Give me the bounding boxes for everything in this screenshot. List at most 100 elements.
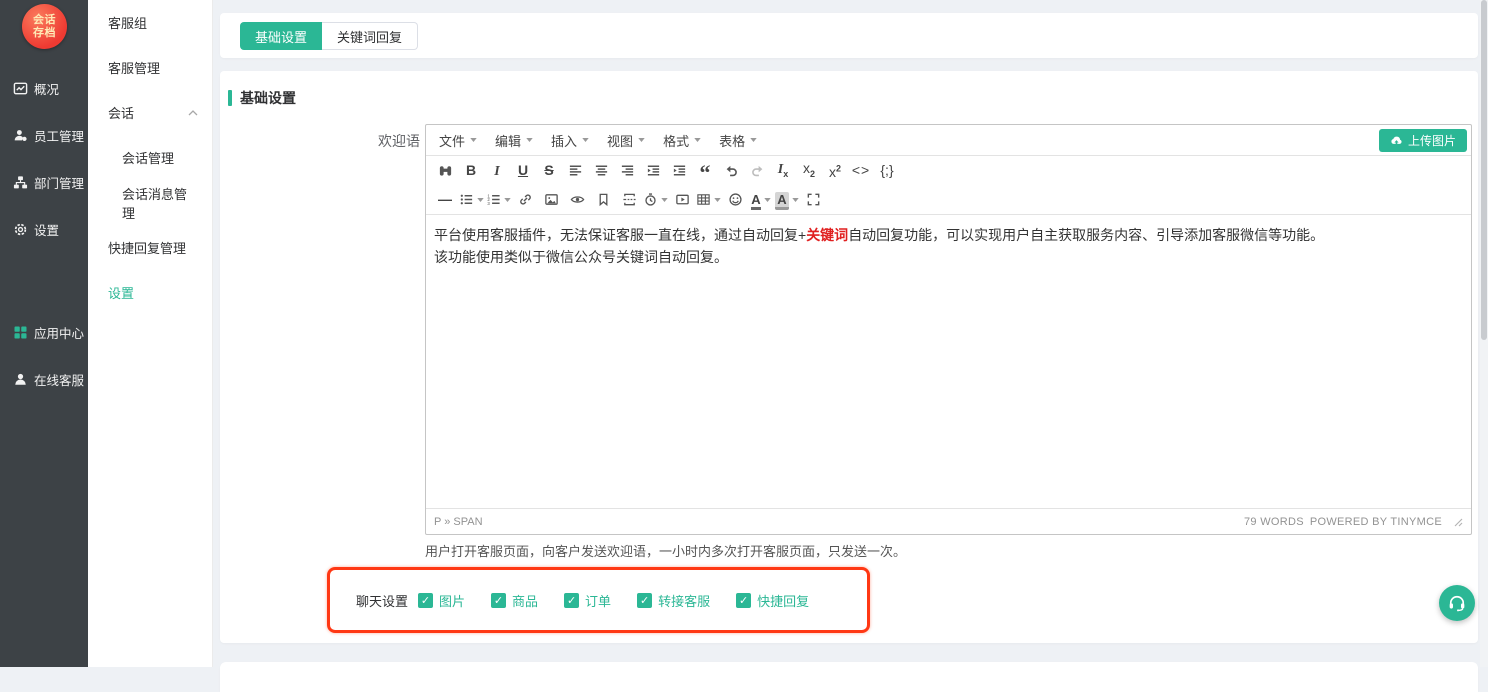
chat-option-order[interactable]: ✓ 订单 bbox=[564, 591, 611, 610]
element-path[interactable]: P » SPAN bbox=[434, 516, 483, 528]
sidebar-item-overview[interactable]: 概况 bbox=[0, 78, 88, 98]
bullet-list-icon bbox=[459, 192, 474, 207]
app-logo[interactable]: 会话 存档 bbox=[22, 4, 67, 49]
indent-button[interactable] bbox=[667, 159, 691, 183]
headset-icon bbox=[1447, 593, 1467, 613]
outdent-button[interactable] bbox=[641, 159, 665, 183]
chat-option-transfer-service[interactable]: ✓ 转接客服 bbox=[637, 591, 710, 610]
sidebar-item-online-service[interactable]: 在线客服 bbox=[0, 369, 88, 389]
sidebar-item-session-message-management[interactable]: 会话消息管理 bbox=[88, 180, 212, 225]
secondary-sidebar: 客服组客服管理会话会话管理会话消息管理快捷回复管理设置 bbox=[88, 0, 213, 667]
media-button[interactable] bbox=[670, 188, 694, 212]
editor-menu-file[interactable]: 文件 bbox=[430, 125, 486, 155]
table-grid-button[interactable] bbox=[696, 188, 721, 212]
page-break-icon bbox=[622, 192, 637, 207]
customer-service-settings-page: { "sidebar": { "logo": { "line1": "会话", … bbox=[0, 0, 1488, 667]
editor-toolbar-row2: — 123 AA bbox=[428, 185, 1469, 214]
online-service-float-button[interactable] bbox=[1439, 585, 1475, 621]
numbered-list-button[interactable]: 123 bbox=[486, 188, 511, 212]
chat-option-product[interactable]: ✓商品 bbox=[491, 591, 538, 610]
caret-down-icon bbox=[714, 198, 721, 202]
image-button[interactable] bbox=[539, 188, 563, 212]
menu-label: 文件 bbox=[439, 131, 465, 150]
datetime-button[interactable] bbox=[643, 188, 668, 212]
undo-button[interactable] bbox=[719, 159, 743, 183]
sidebar-item-session-management[interactable]: 会话管理 bbox=[88, 135, 212, 180]
sidebar-item-app-center[interactable]: 应用中心 bbox=[0, 322, 88, 342]
editor-menu-view[interactable]: 视图 bbox=[598, 125, 654, 155]
welcome-message-label: 欢迎语 bbox=[320, 131, 420, 151]
welcome-message-editor: 文件编辑插入视图格式表格 上传图片 BIUS“Ixx2x2<>{;} —123A… bbox=[425, 124, 1472, 535]
chat-option-label: 快捷回复 bbox=[757, 591, 809, 610]
overview-chart-icon bbox=[13, 81, 28, 96]
align-center-button[interactable] bbox=[589, 159, 613, 183]
sidebar-item-department-management[interactable]: 部门管理 bbox=[0, 172, 88, 192]
align-left-button[interactable] bbox=[563, 159, 587, 183]
italic-button[interactable]: I bbox=[485, 159, 509, 183]
sidebar-item-employee-management[interactable]: 员工管理 bbox=[0, 125, 88, 145]
sidebar-item-service-group[interactable]: 客服组 bbox=[88, 0, 212, 45]
tinymce-branding[interactable]: POWERED BY TINYMCE bbox=[1310, 516, 1442, 528]
emoticons-icon bbox=[728, 192, 743, 207]
italic-icon: I bbox=[494, 163, 499, 179]
chat-option-image[interactable]: ✓图片 bbox=[418, 591, 465, 610]
checkbox-checked-icon[interactable]: ✓ bbox=[736, 593, 751, 608]
background-color-button[interactable]: A bbox=[775, 188, 799, 212]
anchor-button[interactable] bbox=[591, 188, 615, 212]
tab-keyword-reply[interactable]: 关键词回复 bbox=[322, 22, 418, 50]
code-sample-button[interactable]: {;} bbox=[875, 159, 899, 183]
sidebar-item-session[interactable]: 会话 bbox=[88, 90, 212, 135]
editor-menu-format[interactable]: 格式 bbox=[654, 125, 710, 155]
subscript-button[interactable]: x2 bbox=[797, 159, 821, 183]
chat-option-quick-reply[interactable]: ✓ 快捷回复 bbox=[736, 591, 809, 610]
sidebar-item-service-management[interactable]: 客服管理 bbox=[88, 45, 212, 90]
editor-menu-table[interactable]: 表格 bbox=[710, 125, 766, 155]
sidebar-item-settings[interactable]: 设置 bbox=[88, 270, 212, 315]
superscript-button[interactable]: x2 bbox=[823, 159, 847, 183]
hr-button[interactable]: — bbox=[433, 188, 457, 212]
chat-option-label: 订单 bbox=[585, 591, 611, 610]
section-accent-bar bbox=[228, 90, 232, 106]
strikethrough-button[interactable]: S bbox=[537, 159, 561, 183]
editor-menu-insert[interactable]: 插入 bbox=[542, 125, 598, 155]
editor-content[interactable]: 平台使用客服插件，无法保证客服一直在线，通过自动回复+关键词自动回复功能，可以实… bbox=[426, 215, 1471, 508]
chat-option-label: 转接客服 bbox=[658, 591, 710, 610]
bold-button[interactable]: B bbox=[459, 159, 483, 183]
underline-button[interactable]: U bbox=[511, 159, 535, 183]
text-color-button[interactable]: A bbox=[749, 188, 773, 212]
logo-text-line1: 会话 bbox=[33, 14, 56, 27]
align-right-button[interactable] bbox=[615, 159, 639, 183]
strikethrough-icon: S bbox=[544, 163, 553, 178]
sidebar-item-settings[interactable]: 设置 bbox=[0, 219, 88, 239]
link-button[interactable] bbox=[513, 188, 537, 212]
clear-format-button[interactable]: Ix bbox=[771, 159, 795, 183]
redo-button[interactable] bbox=[745, 159, 769, 183]
caret-down-icon bbox=[694, 138, 701, 142]
page-scrollbar[interactable] bbox=[1480, 0, 1488, 667]
sidebar-item-label: 会话管理 bbox=[122, 148, 174, 167]
checkbox-checked-icon[interactable]: ✓ bbox=[491, 593, 506, 608]
preview-icon bbox=[570, 192, 585, 207]
fullscreen-button[interactable] bbox=[801, 188, 825, 212]
tab-basic-settings[interactable]: 基础设置 bbox=[240, 22, 322, 50]
resize-grip-icon[interactable] bbox=[1454, 518, 1463, 527]
outdent-icon bbox=[646, 163, 661, 178]
preview-button[interactable] bbox=[565, 188, 589, 212]
checkbox-checked-icon[interactable]: ✓ bbox=[637, 593, 652, 608]
editor-toolbar-row1: BIUS“Ixx2x2<>{;} bbox=[428, 156, 1469, 185]
bullet-list-button[interactable] bbox=[459, 188, 484, 212]
caret-down-icon bbox=[470, 138, 477, 142]
primary-nav: 概况员工管理部门管理设置应用中心在线客服 bbox=[0, 78, 88, 416]
code-button[interactable]: <> bbox=[849, 159, 873, 183]
checkbox-checked-icon[interactable]: ✓ bbox=[564, 593, 579, 608]
sidebar-item-quick-reply-management[interactable]: 快捷回复管理 bbox=[88, 225, 212, 270]
emoticons-button[interactable] bbox=[723, 188, 747, 212]
scrollbar-thumb[interactable] bbox=[1481, 0, 1487, 340]
checkbox-checked-icon[interactable]: ✓ bbox=[418, 593, 433, 608]
editor-menu-edit[interactable]: 编辑 bbox=[486, 125, 542, 155]
upload-image-button[interactable]: 上传图片 bbox=[1379, 129, 1467, 152]
blockquote-button[interactable]: “ bbox=[693, 159, 717, 183]
find-replace-button[interactable] bbox=[433, 159, 457, 183]
page-break-button[interactable] bbox=[617, 188, 641, 212]
primary-sidebar: 会话 存档 概况员工管理部门管理设置应用中心在线客服 bbox=[0, 0, 88, 667]
